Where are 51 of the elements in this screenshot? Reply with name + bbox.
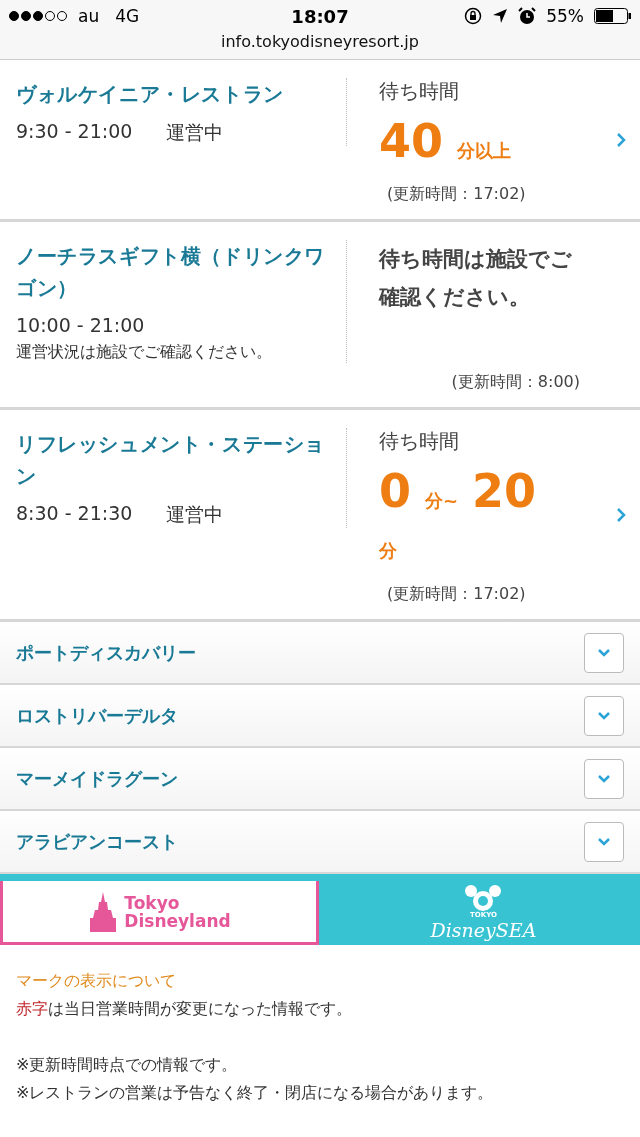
- network-type: 4G: [115, 6, 140, 26]
- chevron-right-icon[interactable]: [616, 506, 626, 523]
- battery-icon: [594, 8, 632, 24]
- rotation-lock-icon: [464, 7, 483, 25]
- chevron-down-icon: [598, 837, 610, 846]
- wait-minutes: 20: [472, 463, 537, 520]
- url-text[interactable]: info.tokyodisneyresort.jp: [0, 32, 640, 59]
- note-text: ※更新時間時点での情報です。: [16, 1054, 239, 1076]
- area-name: ポートディスカバリー: [16, 640, 196, 665]
- opening-hours: 10:00 - 21:00: [16, 314, 145, 336]
- wait-label: 待ち時間: [379, 78, 460, 105]
- wait-unit: 分: [379, 539, 397, 563]
- facility-name[interactable]: ノーチラスギフト横（ドリンクワゴン）: [16, 240, 332, 304]
- wait-unit: 分以上: [457, 139, 511, 163]
- status-text: 運営中: [166, 120, 224, 145]
- update-time: (更新時間：17:02): [386, 184, 527, 205]
- wait-unit: 分~: [425, 489, 459, 513]
- update-time: (更新時間：8:00): [450, 372, 581, 393]
- park-tab[interactable]: Tokyo Disneyland: [0, 881, 319, 945]
- signal-icon: [8, 10, 70, 22]
- castle-icon: [88, 891, 119, 932]
- area-name: アラビアンコースト: [16, 829, 178, 854]
- area-name: マーメイドラグーン: [16, 766, 178, 791]
- legend-text: 赤字は当日営業時間が変更になった情報です。: [16, 998, 353, 1020]
- facility-name[interactable]: ヴォルケイニア・レストラン: [16, 78, 332, 110]
- notes-title: マークの表示について: [16, 970, 177, 992]
- wait-minutes: 0: [379, 463, 411, 520]
- status-text: 運営状況は施設でご確認ください。: [16, 342, 273, 363]
- battery-percent: 55%: [546, 6, 584, 26]
- carrier-name: au: [78, 6, 100, 26]
- location-arrow-icon: [492, 8, 509, 24]
- chevron-down-icon: [598, 711, 610, 720]
- opening-hours: 8:30 - 21:30: [16, 502, 133, 526]
- expand-button[interactable]: [584, 758, 624, 799]
- status-text: 運営中: [166, 502, 224, 527]
- chevron-right-icon[interactable]: [616, 131, 626, 148]
- expand-button[interactable]: [584, 821, 624, 862]
- wait-message: 待ち時間は施設でご確認ください。: [377, 246, 573, 311]
- wait-minutes: 40: [379, 113, 443, 170]
- wait-label: 待ち時間: [379, 428, 460, 455]
- area-name: ロストリバーデルタ: [16, 703, 178, 728]
- expand-button[interactable]: [584, 632, 624, 673]
- note-text: ※レストランの営業は予告なく終了・閉店になる場合があります。: [16, 1082, 495, 1104]
- chevron-down-icon: [598, 648, 610, 657]
- expand-button[interactable]: [584, 695, 624, 736]
- chevron-down-icon: [598, 774, 610, 783]
- facility-name[interactable]: リフレッシュメント・ステーション: [16, 428, 332, 492]
- clock-time: 18:07: [291, 5, 349, 27]
- opening-hours: 9:30 - 21:00: [16, 120, 133, 144]
- update-time: (更新時間：17:02): [386, 584, 527, 605]
- alarm-clock-icon: [518, 7, 537, 25]
